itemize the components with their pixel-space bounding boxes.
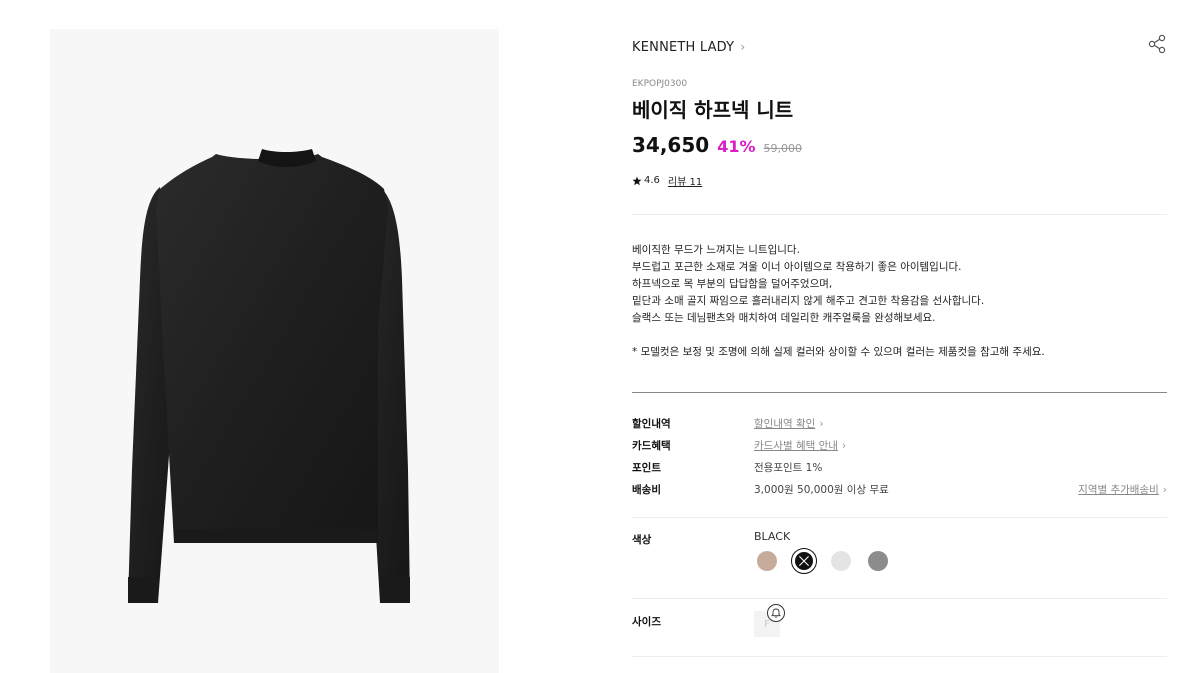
discount-info-row: 할인내역 할인내역 확인 › bbox=[632, 416, 1167, 438]
description-line: 밑단과 소매 골지 짜임으로 흘러내리지 않게 해주고 견고한 착용감을 선사합… bbox=[632, 295, 985, 307]
color-swatch-black[interactable] bbox=[791, 548, 817, 574]
card-benefit-label: 카드혜택 bbox=[632, 440, 671, 452]
chevron-right-icon: › bbox=[740, 40, 746, 54]
divider bbox=[632, 517, 1167, 518]
points-row: 포인트 전용포인트 1% bbox=[632, 460, 1167, 482]
description-note: * 모델컷은 보정 및 조명에 의해 실제 컬러와 상이할 수 있으며 컬러는 … bbox=[632, 346, 1045, 358]
chevron-right-icon: › bbox=[819, 418, 824, 430]
original-price: 59,000 bbox=[763, 142, 802, 155]
discount-info-label: 할인내역 bbox=[632, 418, 671, 430]
description-line: 부드럽고 포근한 소재로 겨울 이너 아이템으로 착용하기 좋은 아이템입니다. bbox=[632, 261, 962, 273]
sold-out-x-icon bbox=[799, 556, 809, 566]
product-title: 베이직 하프넥 니트 bbox=[632, 98, 794, 122]
card-benefit-row: 카드혜택 카드사별 혜택 안내 › bbox=[632, 438, 1167, 460]
regional-shipping-link[interactable]: 지역별 추가배송비 › bbox=[1078, 482, 1167, 497]
divider bbox=[632, 656, 1167, 657]
divider bbox=[632, 598, 1167, 599]
discount-info-link[interactable]: 할인내역 확인 › bbox=[754, 416, 824, 431]
chevron-right-icon: › bbox=[841, 440, 847, 452]
discount-rate: 41% bbox=[717, 137, 756, 156]
sale-price: 34,650 bbox=[632, 133, 710, 157]
size-option-label: 사이즈 bbox=[632, 616, 661, 628]
selected-color-name: BLACK bbox=[754, 530, 791, 543]
discount-info-link-text[interactable]: 할인내역 확인 bbox=[754, 418, 815, 430]
product-code: EKPOPJ0300 bbox=[632, 79, 688, 89]
product-image-panel bbox=[50, 29, 499, 673]
swatch-fill bbox=[831, 551, 851, 571]
color-option-label: 색상 bbox=[632, 534, 652, 546]
shipping-label: 배송비 bbox=[632, 484, 661, 496]
color-swatch-beige[interactable] bbox=[754, 548, 780, 574]
shipping-row: 배송비 3,000원 50,000원 이상 무료 지역별 추가배송비 › bbox=[632, 482, 1167, 504]
benefits-section: 할인내역 할인내역 확인 › 카드혜택 카드사별 혜택 안내 › 포인트 전용포인트… bbox=[632, 416, 1167, 504]
card-benefit-link-text[interactable]: 카드사별 혜택 안내 bbox=[754, 440, 838, 452]
rating-row: 4.6 리뷰 11 bbox=[632, 173, 702, 188]
chevron-right-icon: › bbox=[1162, 484, 1167, 496]
description-line: 하프넥으로 목 부분의 답답함을 덜어주었으며, bbox=[632, 278, 833, 290]
points-label: 포인트 bbox=[632, 462, 661, 474]
share-icon[interactable] bbox=[1147, 34, 1167, 54]
description-line: 베이직한 무드가 느껴지는 니트입니다. bbox=[632, 244, 800, 256]
star-icon bbox=[632, 176, 642, 185]
bell-icon[interactable] bbox=[767, 604, 785, 622]
swatch-fill bbox=[757, 551, 777, 571]
product-description: 베이직한 무드가 느껴지는 니트입니다. 부드럽고 포근한 소재로 겨울 이너 … bbox=[632, 242, 1167, 361]
size-option-label-text: F bbox=[764, 618, 770, 630]
description-line: 슬랙스 또는 데님팬츠와 매치하여 데일리한 캐주얼룩을 완성해보세요. bbox=[632, 312, 936, 324]
divider bbox=[632, 214, 1167, 215]
rating-value: 4.6 bbox=[644, 175, 660, 186]
color-swatch-light-gray[interactable] bbox=[828, 548, 854, 574]
regional-shipping-link-text[interactable]: 지역별 추가배송비 bbox=[1078, 484, 1159, 496]
color-swatch-gray[interactable] bbox=[865, 548, 891, 574]
points-value: 전용포인트 1% bbox=[754, 462, 823, 474]
shipping-value: 3,000원 50,000원 이상 무료 bbox=[754, 484, 889, 496]
brand-link[interactable]: KENNETH LADY › bbox=[632, 37, 745, 57]
product-image bbox=[128, 149, 410, 603]
review-link[interactable]: 리뷰 11 bbox=[668, 173, 702, 188]
color-swatches bbox=[754, 548, 902, 574]
price-row: 34,650 41% 59,000 bbox=[632, 133, 802, 157]
divider bbox=[632, 392, 1167, 393]
brand-name: KENNETH LADY bbox=[632, 39, 735, 55]
card-benefit-link[interactable]: 카드사별 혜택 안내 › bbox=[754, 438, 846, 453]
swatch-fill bbox=[868, 551, 888, 571]
